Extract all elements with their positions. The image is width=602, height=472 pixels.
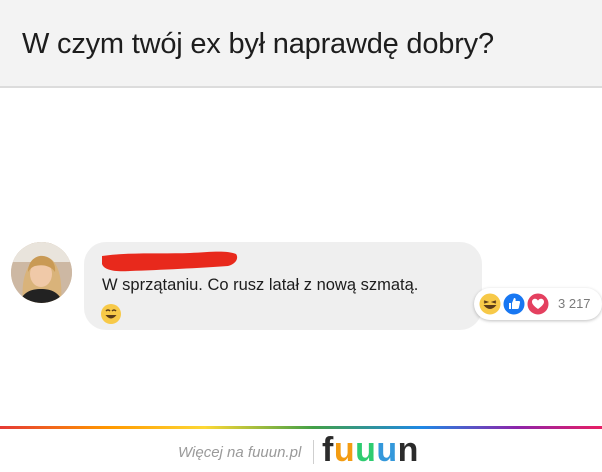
footer-more-link[interactable]: Więcej na fuuun.pl <box>178 444 301 461</box>
meme-page: W czym twój ex był naprawdę dobry? W spr… <box>0 0 602 472</box>
redacted-author-name <box>102 251 238 272</box>
footer-divider <box>313 440 314 464</box>
like-reaction-icon <box>502 292 526 316</box>
reactions-summary[interactable]: 3 217 <box>474 288 602 320</box>
smiling-face-emoji-icon <box>101 304 121 324</box>
logo-letter: f <box>322 431 334 469</box>
avatar[interactable] <box>11 242 72 303</box>
logo-letter: u <box>376 431 398 469</box>
laughing-reaction-icon <box>478 292 502 316</box>
logo-letter: u <box>333 431 356 469</box>
question-text: W czym twój ex był naprawdę dobry? <box>22 28 494 60</box>
question-header: W czym twój ex był naprawdę dobry? <box>0 0 602 88</box>
logo-letter: u <box>355 431 377 469</box>
reaction-count: 3 217 <box>558 296 591 311</box>
comment-text: W sprzątaniu. Co rusz latał z nową szmat… <box>102 276 419 294</box>
love-reaction-icon <box>526 292 550 316</box>
logo-letter: n <box>397 431 419 469</box>
footer-rainbow-divider <box>0 426 602 429</box>
fuuun-logo[interactable]: fuuun <box>322 432 419 468</box>
avatar-photo <box>11 242 72 303</box>
